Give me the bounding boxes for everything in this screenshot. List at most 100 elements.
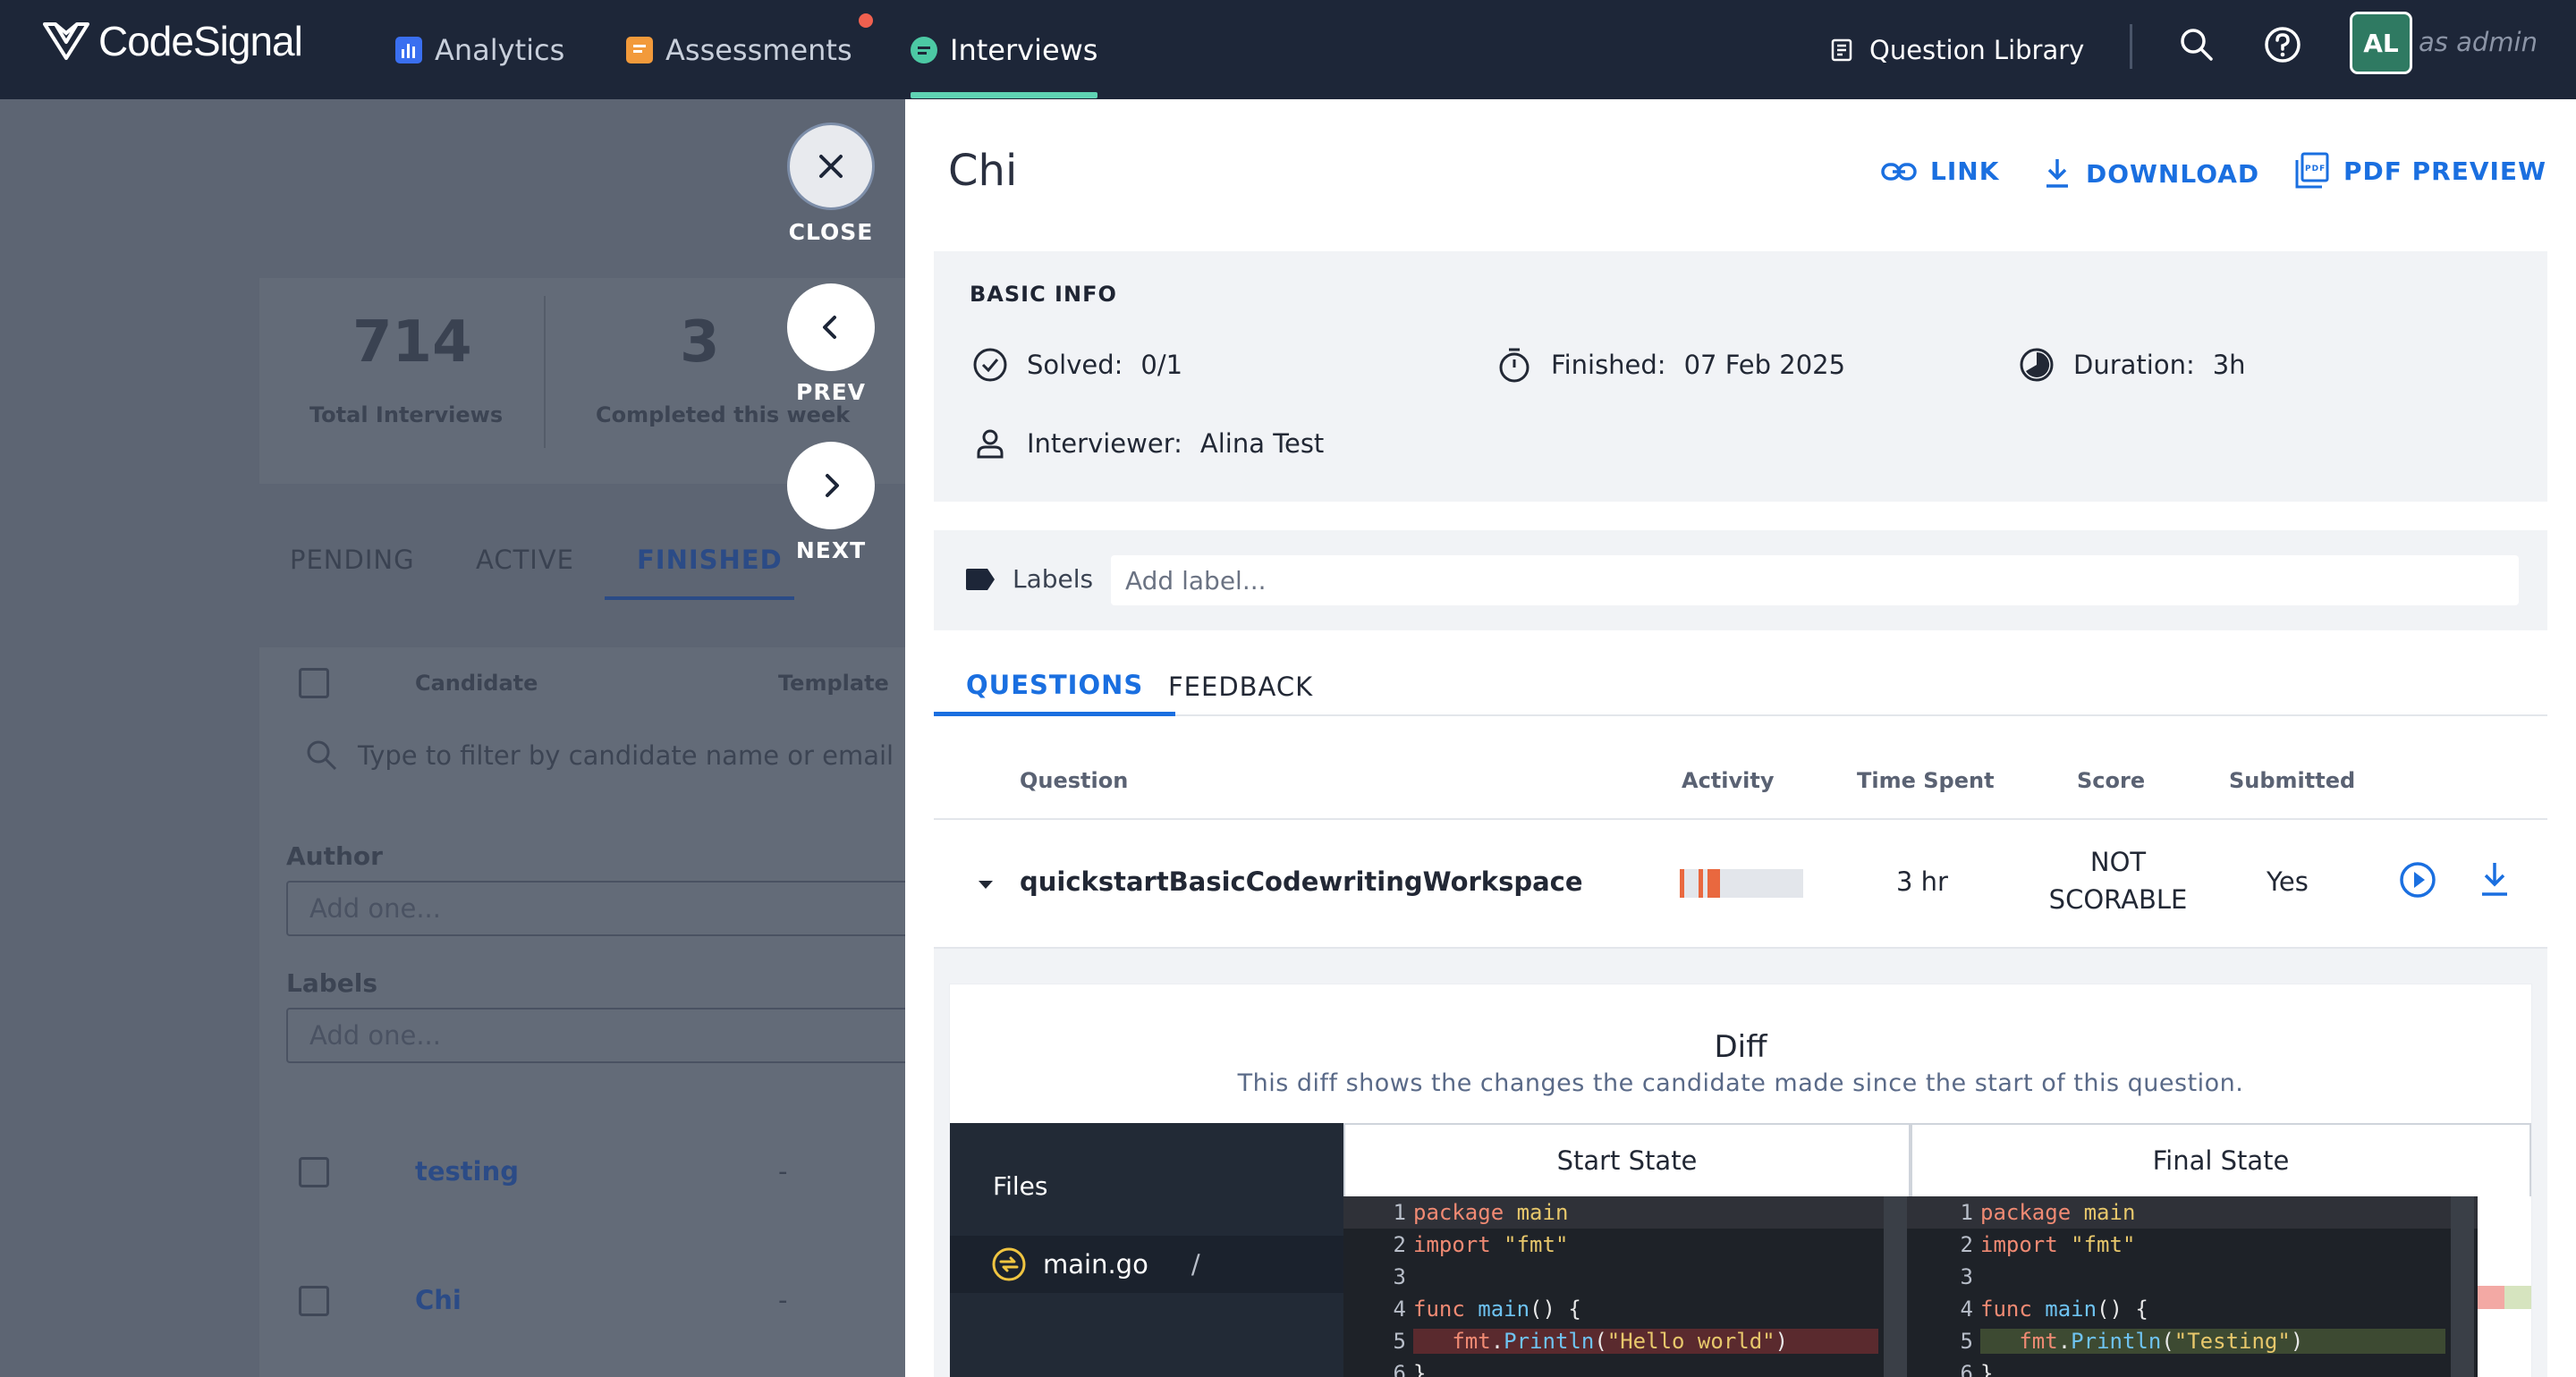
interviews-list-page-dimmed: 714 Total Interviews 3 Completed this we… [0, 99, 912, 1377]
interviewer-value: Alina Test [1199, 428, 1325, 459]
codesignal-logo-icon [43, 22, 89, 60]
score-line1: NOT [2089, 847, 2147, 877]
row-card-chi [259, 1248, 905, 1377]
chevron-left-icon [823, 316, 836, 339]
row-checkbox[interactable] [299, 1157, 329, 1187]
search-button[interactable] [2177, 25, 2216, 64]
row-checkbox[interactable] [299, 1286, 329, 1316]
header-question: Question [1020, 768, 1129, 793]
interviewer-info: Interviewer: Alina Test [971, 425, 1324, 462]
download-button[interactable]: DOWNLOAD [2041, 156, 2259, 190]
start-state-code: 1 package main 2 import "fmt" 3 4 func m… [1343, 1196, 1911, 1377]
column-candidate: Candidate [415, 671, 538, 696]
basic-info-section: BASIC INFO Solved: 0/1 Finished: 07 Feb … [934, 251, 2547, 502]
duration-value: 3h [2212, 350, 2246, 380]
code-scrollbar[interactable] [2451, 1196, 2474, 1377]
solved-value: 0/1 [1140, 350, 1183, 380]
prev-button[interactable] [787, 283, 875, 371]
codesignal-logo[interactable]: CodeSignal [41, 16, 303, 66]
pdf-icon: PDF [2295, 152, 2329, 189]
files-title: Files [993, 1171, 1048, 1201]
file-item-main-go[interactable]: main.go / [950, 1236, 1343, 1293]
final-state-code: 1 package main 2 import "fmt" 3 4 func m… [1911, 1196, 2478, 1377]
svg-text:PDF: PDF [2305, 165, 2326, 173]
table-divider [934, 818, 2547, 820]
notification-dot [859, 13, 873, 28]
author-input[interactable]: Add one... [286, 881, 912, 936]
added-code-line: 5 fmt.Println("Testing") [1911, 1325, 2478, 1357]
tab-pending[interactable]: PENDING [290, 545, 415, 575]
next-button[interactable] [787, 442, 875, 529]
header-divider [2130, 24, 2132, 69]
file-tree: Files main.go / [950, 1123, 1343, 1377]
diff-subtitle: This diff shows the changes the candidat… [1237, 1069, 2244, 1097]
candidate-filter-input[interactable]: Type to filter by candidate name or emai… [358, 740, 894, 771]
next-label: NEXT [795, 537, 867, 563]
stat-total-value: 714 [352, 309, 472, 376]
diff-minimap-removed [2478, 1286, 2504, 1309]
stat-week-label: Completed this week [596, 402, 851, 427]
header-time-spent: Time Spent [1857, 768, 1995, 793]
code-line: 1 package main [1343, 1196, 1911, 1229]
download-icon [2046, 159, 2068, 188]
diff-title: Diff [1714, 1029, 1767, 1065]
help-icon [2265, 27, 2301, 63]
user-avatar[interactable]: AL [2350, 12, 2412, 74]
column-template: Template [778, 671, 889, 696]
link-button[interactable]: LINK [1880, 156, 1999, 186]
header-submitted: Submitted [2229, 768, 2356, 793]
score-line2: SCORABLE [2048, 884, 2188, 915]
candidate-link-chi[interactable]: Chi [415, 1285, 462, 1315]
nav-assessments[interactable]: Assessments [626, 0, 852, 99]
row-template: - [778, 1156, 788, 1187]
collapse-arrow-icon[interactable] [975, 874, 996, 895]
analytics-icon [395, 36, 422, 63]
person-icon [977, 429, 1004, 459]
labels-filter-input[interactable]: Add one... [286, 1008, 912, 1063]
code-line: 4 func main() { [1960, 1297, 2148, 1322]
code-line: 4 func main() { [1393, 1297, 1581, 1322]
file-path: / [1191, 1249, 1200, 1280]
close-button[interactable] [787, 122, 875, 210]
code-line: 3 [1393, 1264, 1406, 1289]
pdf-preview-button[interactable]: PDF PDF PREVIEW [2293, 151, 2546, 190]
author-label: Author [286, 841, 383, 871]
download-icon[interactable] [2476, 859, 2513, 900]
solved-label: Solved: [1027, 350, 1123, 380]
nav-interviews[interactable]: Interviews [911, 0, 1097, 99]
stats-divider [544, 296, 546, 448]
filter-search-icon [307, 740, 337, 771]
tab-questions[interactable]: QUESTIONS [934, 657, 1176, 716]
start-state-header: Start State [1343, 1123, 1911, 1196]
code-scrollbar[interactable] [1884, 1196, 1907, 1377]
book-icon [1831, 38, 1852, 61]
candidate-link-testing[interactable]: testing [415, 1156, 519, 1187]
finished-info: Finished: 07 Feb 2025 [1496, 346, 1845, 384]
nav-analytics[interactable]: Analytics [395, 0, 564, 99]
code-line: 1 package main [1911, 1196, 2478, 1229]
play-icon[interactable] [2397, 859, 2438, 900]
chevron-right-icon [826, 474, 839, 497]
link-icon [1881, 162, 1917, 181]
question-name[interactable]: quickstartBasicCodewritingWorkspace [1020, 866, 1583, 897]
tab-finished[interactable]: FINISHED [637, 545, 783, 575]
stat-week-value: 3 [680, 309, 720, 376]
code-line: 2 import "fmt" [1393, 1232, 1569, 1257]
interviews-icon [911, 36, 937, 63]
tag-icon [966, 569, 995, 590]
question-library-label: Question Library [1869, 34, 2085, 65]
code-line: 3 [1960, 1264, 1973, 1289]
tab-feedback[interactable]: FEEDBACK [1168, 657, 1313, 716]
question-library-link[interactable]: Question Library [1830, 0, 2084, 99]
download-label: DOWNLOAD [2086, 158, 2260, 189]
finished-value: 07 Feb 2025 [1683, 350, 1846, 380]
submitted-value: Yes [2267, 866, 2309, 897]
finished-label: Finished: [1551, 350, 1666, 380]
row-template: - [778, 1285, 788, 1315]
tab-active[interactable]: ACTIVE [476, 545, 574, 575]
help-button[interactable] [2263, 25, 2302, 64]
add-label-input[interactable]: Add label... [1111, 555, 2519, 605]
brand-name: CodeSignal [98, 18, 303, 64]
time-spent: 3 hr [1896, 866, 1948, 897]
select-all-checkbox[interactable] [299, 668, 329, 698]
